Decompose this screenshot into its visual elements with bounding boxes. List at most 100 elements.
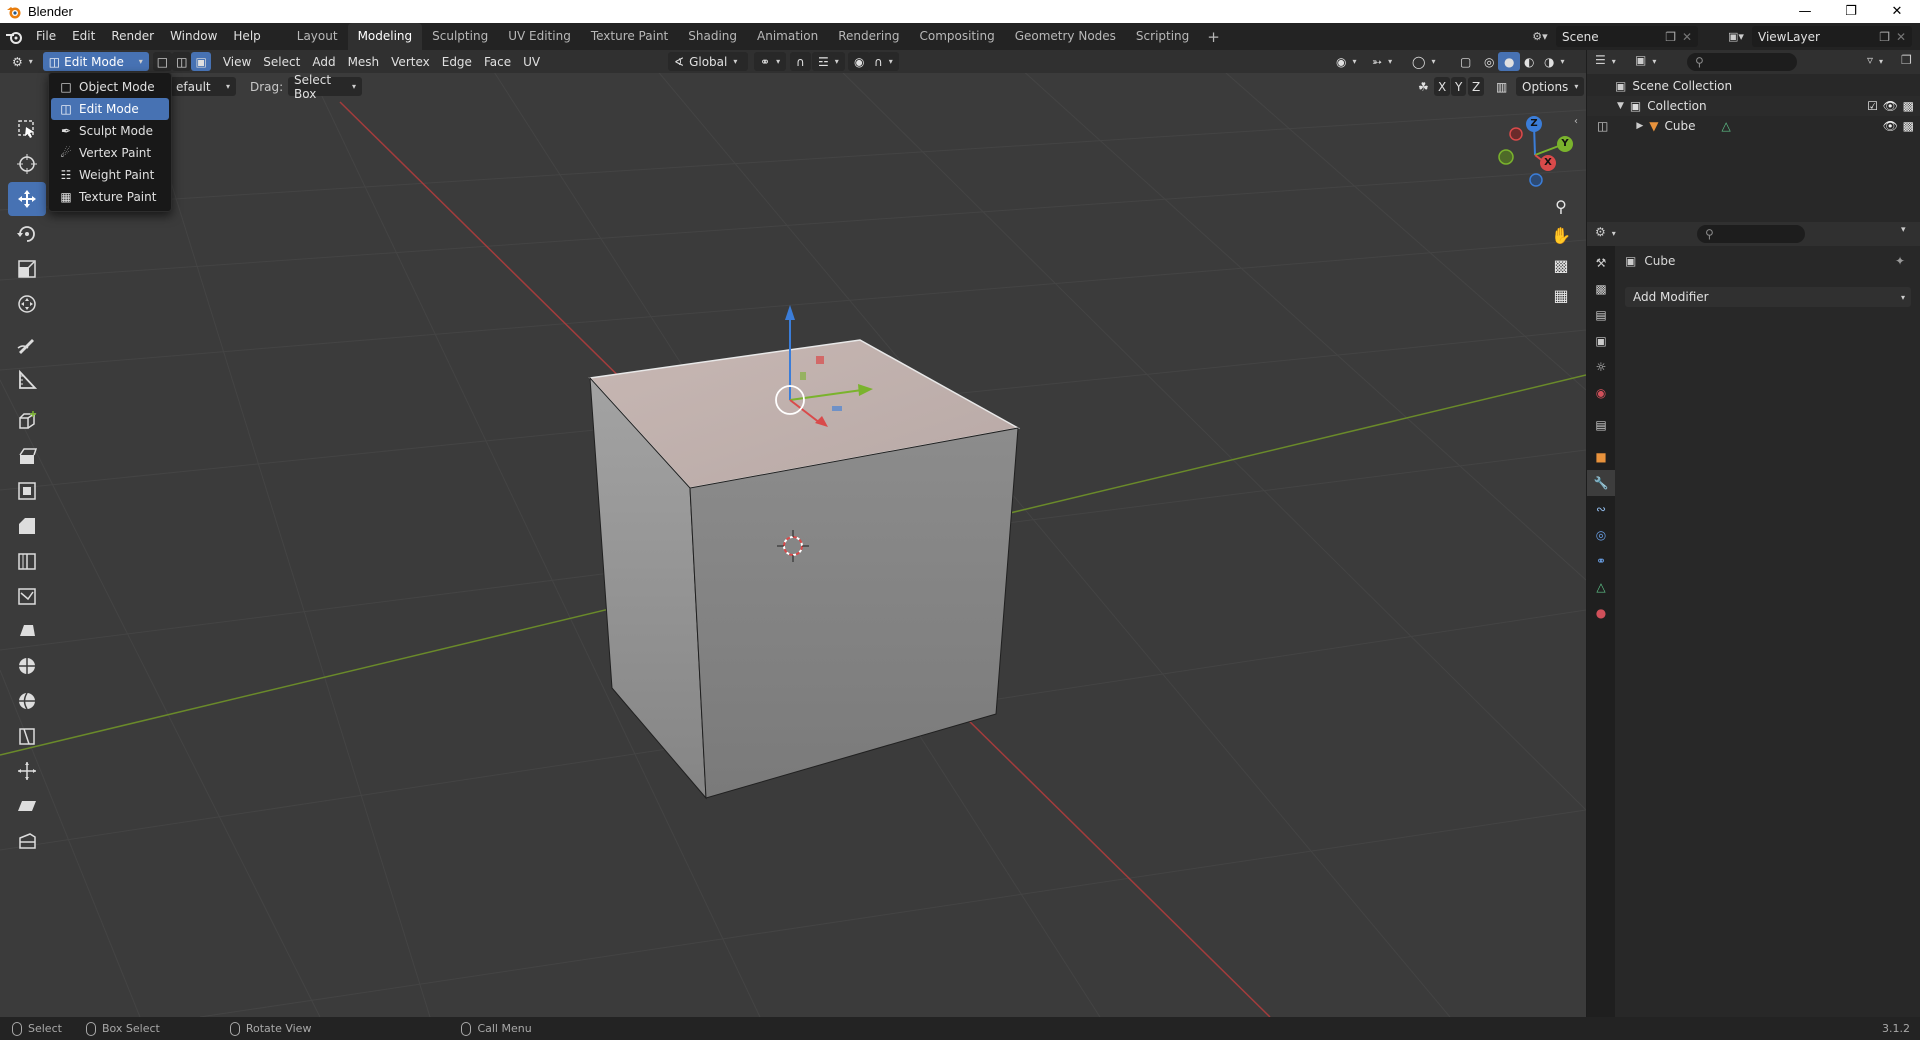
tab-uv-editing[interactable]: UV Editing: [498, 23, 581, 50]
outliner-scene-collection[interactable]: ▣ Scene Collection: [1587, 76, 1920, 96]
add-modifier-dropdown[interactable]: Add Modifier ▾: [1625, 287, 1911, 307]
scale-tool-icon[interactable]: [8, 252, 46, 286]
expand-arrow-icon[interactable]: ▼: [1617, 101, 1624, 111]
face-select-icon[interactable]: ▣: [191, 52, 211, 71]
smooth-tool-icon[interactable]: [8, 684, 46, 718]
transform-tool-icon[interactable]: [8, 287, 46, 321]
xray-toggle-icon[interactable]: ▢: [1454, 52, 1477, 71]
menu-edit[interactable]: Edit: [64, 23, 103, 50]
data-tab-icon[interactable]: △: [1587, 574, 1615, 600]
tab-animation[interactable]: Animation: [747, 23, 828, 50]
pivot-point-icon[interactable]: ⚭ ▾: [754, 52, 787, 71]
gizmo-z-axis[interactable]: Z: [1526, 116, 1542, 132]
knife-tool-icon[interactable]: [8, 579, 46, 613]
gizmo-y-axis[interactable]: Y: [1557, 136, 1573, 152]
transform-orientation-dropdown[interactable]: ∢ Global ▾: [668, 52, 748, 71]
menu-edge[interactable]: Edge: [436, 52, 478, 71]
tab-compositing[interactable]: Compositing: [909, 23, 1004, 50]
edge-slide-tool-icon[interactable]: [8, 719, 46, 753]
menu-render[interactable]: Render: [103, 23, 162, 50]
scene-new-icon[interactable]: ❐: [1665, 30, 1676, 44]
options-dropdown[interactable]: Options ▾: [1516, 77, 1585, 96]
zoom-icon[interactable]: ⚲: [1548, 193, 1574, 219]
select-box-tool-icon[interactable]: [8, 112, 46, 146]
proportional-falloff-icon[interactable]: ∩ ▾: [868, 52, 899, 71]
particles-tab-icon[interactable]: ∾: [1587, 496, 1615, 522]
shear-tool-icon[interactable]: [8, 789, 46, 823]
close-button[interactable]: ✕: [1874, 0, 1920, 23]
outliner-editor-type-icon[interactable]: ☰ ▾: [1595, 53, 1616, 67]
snap-target-icon[interactable]: ☲ ▾: [812, 52, 845, 71]
sidebar-toggle-icon[interactable]: ‹: [1574, 116, 1578, 127]
expand-arrow-icon[interactable]: ▶: [1636, 121, 1643, 131]
menu-mesh[interactable]: Mesh: [342, 52, 386, 71]
tab-texture-paint[interactable]: Texture Paint: [581, 23, 678, 50]
rip-region-tool-icon[interactable]: [8, 824, 46, 858]
new-collection-icon[interactable]: ❐: [1901, 53, 1912, 67]
render-camera-icon[interactable]: ▩: [1903, 99, 1914, 113]
rotate-tool-icon[interactable]: [8, 217, 46, 251]
properties-editor-type-icon[interactable]: ⚙ ▾: [1595, 225, 1616, 239]
pan-hand-icon[interactable]: ✋: [1548, 222, 1574, 248]
drag-dropdown[interactable]: Select Box ▾: [288, 73, 362, 101]
tab-geometry-nodes[interactable]: Geometry Nodes: [1005, 23, 1126, 50]
visibility-eye-icon[interactable]: 👁: [1883, 119, 1898, 133]
outliner-search-input[interactable]: ⚲: [1687, 53, 1797, 71]
mode-option-object[interactable]: □ Object Mode: [51, 76, 169, 98]
3d-viewport[interactable]: Z Y X ⚲ ✋ ▩ ▦ ‹: [0, 50, 1586, 1017]
show-overlays-icon[interactable]: ◯ ▾: [1406, 52, 1441, 71]
mirror-z-toggle[interactable]: Z: [1468, 77, 1485, 96]
material-tab-icon[interactable]: ●: [1587, 600, 1615, 626]
mode-option-weight-paint[interactable]: ☷ Weight Paint: [51, 164, 169, 186]
collection-tab-icon[interactable]: ▤: [1587, 412, 1615, 438]
edge-select-icon[interactable]: ◫: [172, 52, 192, 71]
scene-remove-icon[interactable]: ✕: [1682, 30, 1692, 44]
output-tab-icon[interactable]: ▤: [1587, 302, 1615, 328]
move-tool-icon[interactable]: [8, 182, 46, 216]
collection-checkbox-icon[interactable]: ☑: [1867, 99, 1878, 113]
display-mode-icon[interactable]: ▣ ▾: [1635, 53, 1656, 67]
properties-options-icon[interactable]: ▾: [1901, 225, 1906, 235]
render-tab-icon[interactable]: ▩: [1587, 276, 1615, 302]
mode-edit-toggle-icon[interactable]: ◫: [1597, 119, 1608, 133]
tab-scripting[interactable]: Scripting: [1126, 23, 1199, 50]
menu-vertex[interactable]: Vertex: [385, 52, 436, 71]
gizmo-x-axis[interactable]: X: [1540, 155, 1556, 171]
editor-type-icon[interactable]: ⚙ ▾: [6, 52, 39, 71]
outliner-collection[interactable]: ▼ ▣ Collection ☑ 👁 ▩: [1587, 96, 1920, 116]
shrink-fatten-tool-icon[interactable]: [8, 754, 46, 788]
tab-sculpting[interactable]: Sculpting: [422, 23, 498, 50]
menu-help[interactable]: Help: [225, 23, 268, 50]
bevel-tool-icon[interactable]: [8, 509, 46, 543]
tab-rendering[interactable]: Rendering: [828, 23, 909, 50]
measure-tool-icon[interactable]: [8, 363, 46, 397]
camera-view-icon[interactable]: ▩: [1548, 252, 1574, 278]
outliner-object-cube[interactable]: ◫ ▶ ▼ Cube △ 👁 ▩: [1587, 116, 1920, 136]
cursor-tool-icon[interactable]: [8, 147, 46, 181]
extrude-tool-icon[interactable]: [8, 439, 46, 473]
filter-icon[interactable]: ▿ ▾: [1867, 53, 1883, 67]
modifier-tab-icon[interactable]: 🔧: [1587, 470, 1615, 496]
menu-uv[interactable]: UV: [517, 52, 546, 71]
mirror-x-toggle[interactable]: X: [1434, 77, 1451, 96]
visibility-selectability-icon[interactable]: ◉ ▾: [1330, 52, 1363, 71]
mode-option-edit[interactable]: ◫ Edit Mode: [51, 98, 169, 120]
object-tab-icon[interactable]: ■: [1587, 444, 1615, 470]
show-gizmo-icon[interactable]: ➳ ▾: [1366, 52, 1398, 71]
menu-select[interactable]: Select: [257, 52, 306, 71]
mirror-y-toggle[interactable]: Y: [1451, 77, 1467, 96]
properties-search-input[interactable]: ⚲: [1697, 225, 1805, 243]
pin-icon[interactable]: ✦: [1895, 254, 1905, 268]
tool-tab-icon[interactable]: ⚒: [1587, 250, 1615, 276]
mirror-butterfly-icon[interactable]: ☘: [1412, 77, 1435, 96]
poly-build-tool-icon[interactable]: [8, 614, 46, 648]
view-layer-tab-icon[interactable]: ▣: [1587, 328, 1615, 354]
menu-view[interactable]: View: [217, 52, 257, 71]
loop-cut-tool-icon[interactable]: [8, 544, 46, 578]
view-layer-field[interactable]: ViewLayer ❐ ✕: [1752, 26, 1912, 47]
rendered-shading-icon[interactable]: ◑ ▾: [1538, 52, 1571, 71]
mode-option-vertex-paint[interactable]: ☄ Vertex Paint: [51, 142, 169, 164]
view-layer-new-icon[interactable]: ❐: [1879, 30, 1890, 44]
physics-tab-icon[interactable]: ◎: [1587, 522, 1615, 548]
scene-field[interactable]: Scene ❐ ✕: [1556, 26, 1698, 47]
